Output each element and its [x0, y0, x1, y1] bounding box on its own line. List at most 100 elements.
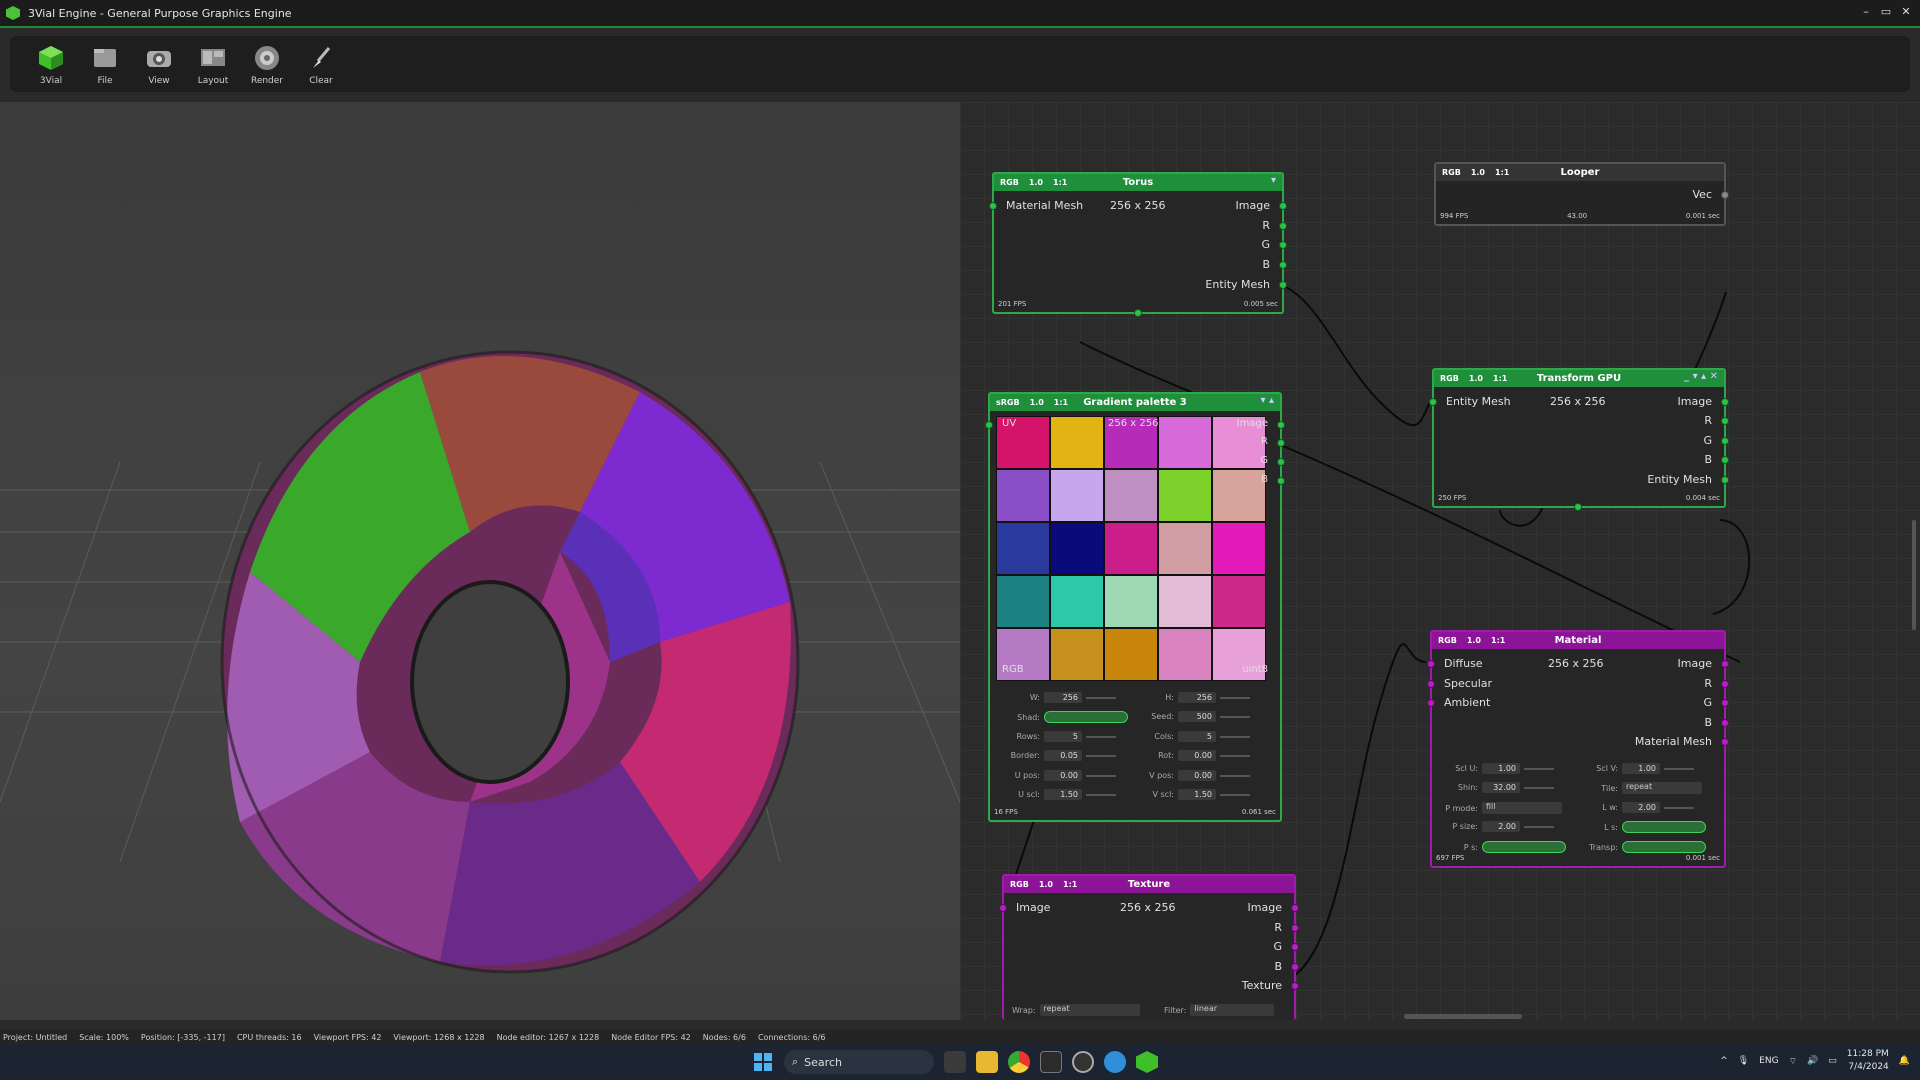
output-port[interactable] [1279, 202, 1287, 210]
rows-input[interactable]: 5 [1044, 731, 1082, 742]
p-s-toggle[interactable] [1482, 841, 1566, 853]
node-header[interactable]: RGB 1.0 1:1 Material [1432, 632, 1724, 649]
vertical-scrollbar[interactable] [1912, 520, 1916, 630]
output-port[interactable] [1721, 417, 1729, 425]
output-port[interactable] [1291, 904, 1299, 912]
output-port[interactable] [1721, 660, 1729, 668]
input-port[interactable] [985, 421, 993, 429]
height-input[interactable]: 256 [1178, 692, 1216, 703]
input-port[interactable] [999, 904, 1007, 912]
material-node[interactable]: RGB 1.0 1:1 Material Diffuse Specular Am… [1427, 630, 1729, 868]
tray-chevron-icon[interactable]: ^ [1720, 1056, 1728, 1066]
l-w-input[interactable]: 2.00 [1622, 802, 1660, 813]
v-pos-slider[interactable] [1220, 774, 1250, 777]
minimize-button[interactable]: – [1858, 4, 1874, 20]
input-port[interactable] [1427, 680, 1435, 688]
node-window-controls[interactable]: _ ▾ ▴ ✕ [1684, 371, 1718, 382]
wrap-select[interactable]: repeat [1039, 1004, 1140, 1016]
node-header[interactable]: sRGB 1.0 1:1 Gradient palette 3 ▾ ▴ [990, 394, 1280, 411]
bottom-port[interactable] [1134, 309, 1142, 317]
start-icon[interactable] [752, 1051, 774, 1073]
width-input[interactable]: 256 [1044, 692, 1082, 703]
output-port[interactable] [1721, 456, 1729, 464]
output-port[interactable] [1721, 680, 1729, 688]
scl-u-slider[interactable] [1524, 767, 1554, 770]
seed-input[interactable]: 500 [1178, 711, 1216, 722]
scl-v-slider[interactable] [1664, 767, 1694, 770]
v-scl-slider[interactable] [1220, 793, 1250, 796]
node-header[interactable]: RGB 1.0 1:1 Torus ▾ [994, 174, 1282, 191]
bottom-port[interactable] [1574, 503, 1582, 511]
cols-slider[interactable] [1220, 735, 1250, 738]
microphone-icon[interactable]: 🎙 [1738, 1056, 1749, 1066]
output-port[interactable] [1277, 477, 1285, 485]
toolbar-render-button[interactable]: Render [242, 36, 292, 92]
u-pos-input[interactable]: 0.00 [1044, 770, 1082, 781]
l-s-toggle[interactable] [1622, 821, 1706, 833]
gradient-palette-node[interactable]: sRGB 1.0 1:1 Gradient palette 3 ▾ ▴ UV 2… [985, 392, 1285, 822]
input-port[interactable] [1427, 660, 1435, 668]
node-editor[interactable]: RGB 1.0 1:1 Torus ▾ Material Mesh 256 x … [960, 102, 1920, 1020]
output-port[interactable] [1291, 963, 1299, 971]
chrome-icon[interactable] [1008, 1051, 1030, 1073]
output-port[interactable] [1279, 222, 1287, 230]
output-port[interactable] [1291, 982, 1299, 990]
seed-slider[interactable] [1220, 715, 1250, 718]
input-port[interactable] [1429, 398, 1437, 406]
toolbar-file-button[interactable]: File [80, 36, 130, 92]
taskbar-search[interactable]: ⌕ Search [784, 1050, 934, 1074]
wifi-icon[interactable]: ⌔ [1789, 1056, 1797, 1067]
file-explorer-icon[interactable] [976, 1051, 998, 1073]
u-pos-slider[interactable] [1086, 774, 1116, 777]
rot-input[interactable]: 0.00 [1178, 750, 1216, 761]
settings-icon[interactable] [1072, 1051, 1094, 1073]
output-port[interactable] [1721, 738, 1729, 746]
cols-input[interactable]: 5 [1178, 731, 1216, 742]
task-view-icon[interactable] [944, 1051, 966, 1073]
scl-v-input[interactable]: 1.00 [1622, 763, 1660, 774]
horizontal-scrollbar[interactable] [1404, 1014, 1522, 1019]
3vial-app-icon[interactable] [1136, 1051, 1158, 1073]
output-port[interactable] [1721, 699, 1729, 707]
node-controls[interactable]: ▾ ▴ [1260, 395, 1274, 406]
border-slider[interactable] [1086, 754, 1116, 757]
output-port[interactable] [1721, 719, 1729, 727]
volume-icon[interactable]: 🔊 [1807, 1056, 1818, 1066]
output-port[interactable] [1721, 476, 1729, 484]
maximize-button[interactable]: ▭ [1878, 4, 1894, 20]
l-w-slider[interactable] [1664, 806, 1694, 809]
output-port[interactable] [1277, 439, 1285, 447]
height-slider[interactable] [1220, 696, 1250, 699]
texture-node[interactable]: RGB 1.0 1:1 Texture Image 256 x 256 Imag… [999, 874, 1299, 1020]
shin-slider[interactable] [1524, 786, 1554, 789]
output-port[interactable] [1291, 943, 1299, 951]
transform-gpu-node[interactable]: RGB 1.0 1:1 Transform GPU _ ▾ ▴ ✕ Entity… [1429, 368, 1729, 511]
torus-node[interactable]: RGB 1.0 1:1 Torus ▾ Material Mesh 256 x … [989, 172, 1287, 317]
shad-toggle[interactable] [1044, 711, 1128, 723]
v-scl-input[interactable]: 1.50 [1178, 789, 1216, 800]
notification-bell-icon[interactable]: 🔔 [1899, 1056, 1910, 1066]
transp-toggle[interactable] [1622, 841, 1706, 853]
battery-icon[interactable]: ▭ [1828, 1056, 1837, 1066]
output-port[interactable] [1279, 241, 1287, 249]
node-header[interactable]: RGB 1.0 1:1 Looper [1436, 164, 1724, 181]
toolbar-layout-button[interactable]: Layout [188, 36, 238, 92]
border-input[interactable]: 0.05 [1044, 750, 1082, 761]
terminal-icon[interactable] [1040, 1051, 1062, 1073]
tile-select[interactable]: repeat [1622, 782, 1702, 794]
p-size-input[interactable]: 2.00 [1482, 821, 1520, 832]
toolbar-clear-button[interactable]: Clear [296, 36, 346, 92]
scl-u-input[interactable]: 1.00 [1482, 763, 1520, 774]
u-scl-input[interactable]: 1.50 [1044, 789, 1082, 800]
3d-viewport[interactable] [0, 102, 960, 1020]
u-scl-slider[interactable] [1086, 793, 1116, 796]
toolbar-view-button[interactable]: View [134, 36, 184, 92]
output-port[interactable] [1291, 924, 1299, 932]
clock[interactable]: 11:28 PM 7/4/2024 [1847, 1048, 1889, 1074]
node-header[interactable]: RGB 1.0 1:1 Texture [1004, 876, 1294, 893]
p-size-slider[interactable] [1524, 825, 1554, 828]
output-port[interactable] [1721, 437, 1729, 445]
output-port[interactable] [1277, 421, 1285, 429]
shin-input[interactable]: 32.00 [1482, 782, 1520, 793]
v-pos-input[interactable]: 0.00 [1178, 770, 1216, 781]
